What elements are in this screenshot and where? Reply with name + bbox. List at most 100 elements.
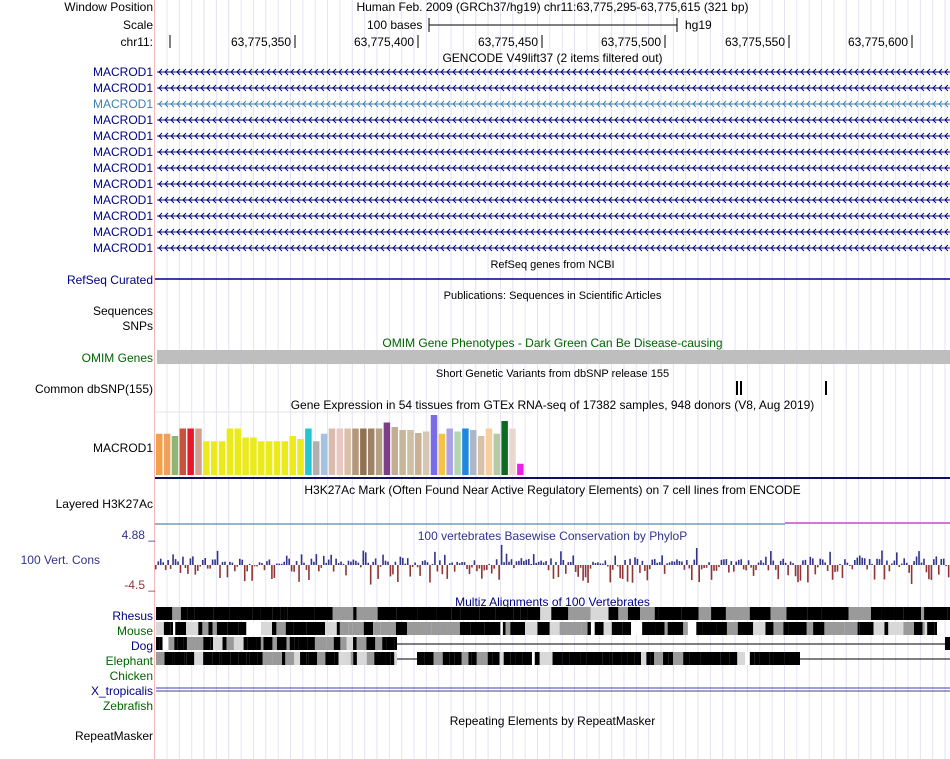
gencode-transcripts[interactable] [155, 64, 950, 259]
phylop-bar [411, 565, 414, 567]
h3k27ac-label[interactable]: Layered H3K27Ac [56, 497, 153, 511]
gtex-tissue-bar [297, 439, 304, 475]
publications-label-sequences[interactable]: Sequences [93, 304, 153, 318]
phylop-bar [631, 565, 634, 583]
phylop-bar [688, 565, 691, 569]
phylop-bar [374, 558, 377, 565]
gencode-item-label[interactable]: MACROD1 [93, 193, 153, 207]
phylop-bar [599, 563, 602, 565]
chrom-label: chr11: [120, 35, 153, 49]
phylop-bar [851, 565, 854, 570]
gencode-item-label[interactable]: MACROD1 [93, 97, 153, 111]
gtex-tissue-bar [187, 428, 194, 475]
phylop-bar [416, 565, 419, 568]
repeatmasker-label[interactable]: RepeatMasker [75, 729, 153, 743]
phylop-bar [313, 561, 315, 565]
multiz-alignment-blocks[interactable] [155, 606, 950, 696]
phylop-bar [562, 559, 565, 565]
phylop-bar [527, 558, 530, 565]
phylop-bar [920, 562, 923, 565]
h3k27ac-signal[interactable] [155, 520, 950, 526]
phylop-bar [873, 565, 876, 580]
phylop-bar [305, 565, 308, 570]
phylop-bar [940, 559, 943, 565]
phylop-bar [584, 565, 587, 578]
phylop-bar [542, 562, 545, 565]
refseq-track-title: RefSeq genes from NCBI [490, 259, 615, 271]
gencode-item-label[interactable]: MACROD1 [93, 113, 153, 127]
multiz-species-label[interactable]: Chicken [110, 669, 153, 683]
omim-phenotype-bar[interactable] [157, 350, 950, 364]
phylop-bar [737, 559, 740, 565]
phylop-bar [545, 561, 547, 565]
phylop-bar [540, 560, 542, 565]
phylop-bar [611, 565, 614, 570]
phylop-bar [204, 558, 206, 565]
cons-label[interactable]: 100 Vert. Cons [21, 553, 100, 567]
phylop-bar [426, 562, 429, 565]
gtex-expression-chart[interactable] [155, 411, 950, 480]
gencode-item-label[interactable]: MACROD1 [93, 81, 153, 95]
multiz-species-label[interactable]: Zebrafish [103, 699, 153, 713]
phylop-bar [211, 559, 214, 565]
phylop-bar [367, 562, 370, 565]
phylop-bar [268, 559, 271, 565]
phylop-bar [532, 554, 535, 565]
phylop-bar [777, 565, 780, 580]
gencode-item-label[interactable]: MACROD1 [93, 241, 153, 255]
phylop-bar [878, 559, 881, 565]
refseq-gene-line[interactable] [155, 278, 950, 282]
phylop-bar [537, 561, 540, 565]
phylop-bar [182, 556, 184, 565]
gtex-tissue-bar [171, 436, 179, 475]
phylop-bar [355, 560, 357, 565]
refseq-label[interactable]: RefSeq Curated [67, 273, 153, 287]
multiz-species-label[interactable]: Mouse [117, 624, 153, 638]
multiz-species-label[interactable]: Elephant [106, 654, 153, 668]
phylop-bar [710, 565, 713, 580]
multiz-species-label[interactable]: Rhesus [112, 609, 153, 623]
multiz-species-label[interactable]: X_tropicalis [91, 684, 153, 698]
phylop-bar [742, 565, 745, 570]
phylop-bar [332, 565, 335, 572]
phylop-bar [364, 552, 367, 565]
gencode-transcript [157, 244, 950, 252]
phylop-bar [493, 565, 495, 569]
gtex-tissue-bar [477, 436, 485, 475]
phylop-conservation-plot[interactable] [155, 540, 950, 590]
gtex-tissue-bar [242, 437, 249, 475]
phylop-bar [703, 565, 705, 569]
phylop-bar [720, 559, 723, 565]
gtex-tissue-bar [328, 428, 336, 475]
gtex-tissue-bar [273, 441, 281, 475]
dbsnp-label[interactable]: Common dbSNP(155) [35, 382, 153, 396]
phylop-bar [597, 562, 599, 565]
phylop-bar [730, 561, 733, 565]
phylop-bar [322, 555, 325, 565]
phylop-bar [187, 565, 189, 574]
phylop-bar [752, 565, 755, 576]
gtex-tissue-bar [462, 428, 469, 475]
gtex-label[interactable]: MACROD1 [93, 441, 153, 455]
gtex-tissue-bar [399, 430, 406, 475]
gtex-tissue-bar [163, 433, 171, 475]
phylop-bar [866, 565, 868, 570]
dbsnp-variants[interactable] [155, 380, 950, 398]
phylop-bar [900, 563, 903, 565]
gencode-item-label[interactable]: MACROD1 [93, 65, 153, 79]
phylop-bar [298, 565, 300, 582]
gencode-item-label[interactable]: MACROD1 [93, 225, 153, 239]
multiz-species-label[interactable]: Dog [131, 639, 153, 653]
phylop-bar [824, 562, 826, 565]
publications-label-snps[interactable]: SNPs [122, 319, 153, 333]
phylop-bar [923, 558, 925, 565]
phylop-bar [436, 565, 439, 572]
gencode-item-label[interactable]: MACROD1 [93, 145, 153, 159]
phylop-bar [424, 560, 426, 565]
phylop-bar [258, 562, 261, 565]
gencode-item-label[interactable]: MACROD1 [93, 129, 153, 143]
gencode-item-label[interactable]: MACROD1 [93, 177, 153, 191]
gencode-item-label[interactable]: MACROD1 [93, 209, 153, 223]
gencode-item-label[interactable]: MACROD1 [93, 161, 153, 175]
omim-label[interactable]: OMIM Genes [82, 351, 153, 365]
